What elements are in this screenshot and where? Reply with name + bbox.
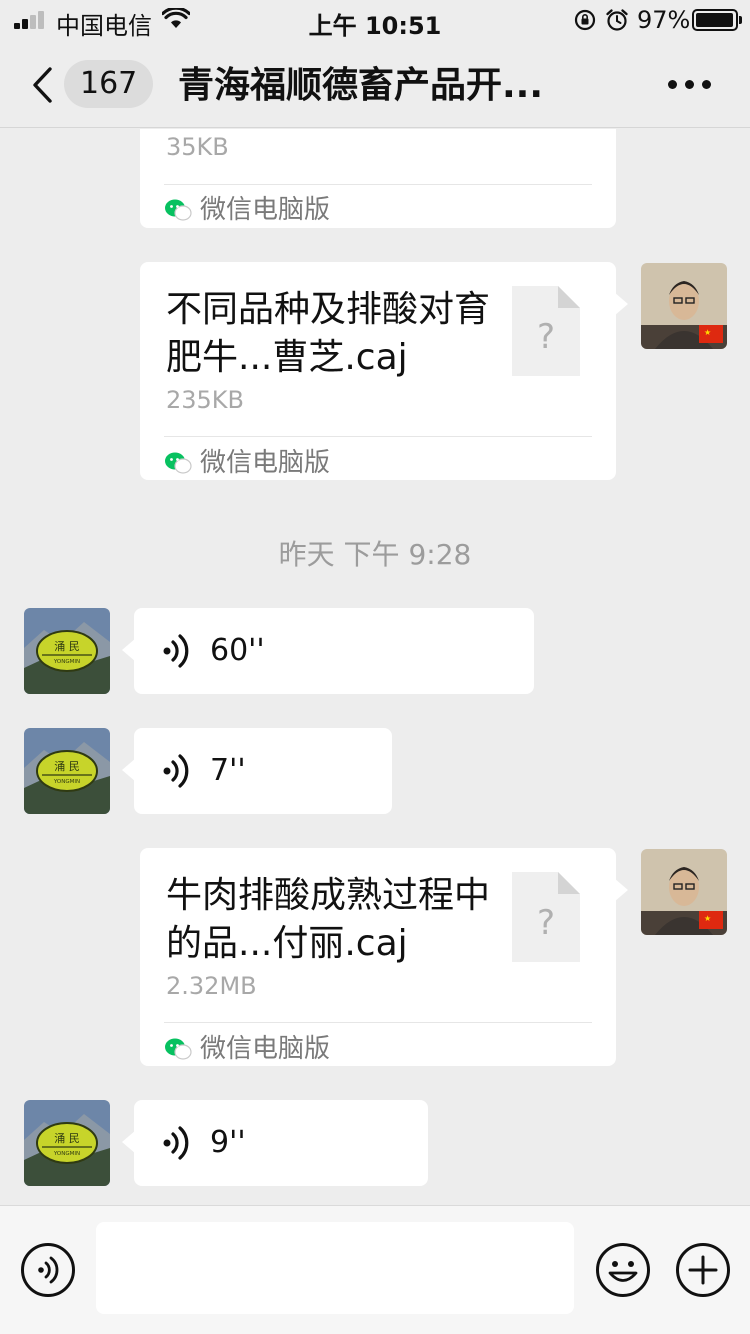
voice-duration: 60'' (210, 633, 265, 668)
battery-icon (692, 9, 742, 31)
file-message-card[interactable]: 牛肉排酸成熟过程中的品...付丽.caj ? 2.32MB 微信电脑版 (140, 848, 628, 1066)
file-source-label: 微信电脑版 (164, 1028, 330, 1065)
voice-wave-icon (163, 754, 189, 788)
sender-avatar[interactable]: 涌 民 YONGMIN (24, 608, 110, 694)
file-size: 35KB (166, 133, 229, 161)
more-dots-icon[interactable] (668, 80, 712, 90)
file-message-card[interactable]: 不同品种及排酸对育肥牛...曹芝.caj ? 235KB 微信电脑版 (140, 262, 628, 480)
svg-text:★: ★ (704, 328, 711, 337)
bubble-tail (122, 758, 136, 782)
logo-subtext: YONGMIN (53, 779, 80, 785)
wechat-icon (165, 199, 192, 221)
file-size: 235KB (166, 386, 245, 414)
file-name: 不同品种及排酸对育肥牛...曹芝.caj (166, 289, 491, 378)
file-source-label: 微信电脑版 (164, 442, 330, 479)
message-list[interactable]: 35KB 微信电脑版 不同品种及排酸对育肥牛...曹芝.caj ? 235KB … (0, 129, 750, 1205)
china-flag-icon: ★ (699, 325, 723, 343)
china-flag-icon: ★ (699, 911, 723, 929)
sender-avatar[interactable]: 涌 民 YONGMIN (24, 728, 110, 814)
file-message-card[interactable]: 35KB 微信电脑版 (140, 129, 616, 228)
emoji-icon[interactable] (595, 1242, 651, 1298)
svg-text:?: ? (537, 903, 555, 943)
message-input[interactable] (96, 1222, 574, 1314)
file-source-text: 微信电脑版 (200, 448, 331, 478)
battery-percentage: 97% (637, 6, 691, 34)
file-size: 2.32MB (166, 972, 257, 1000)
chat-input-bar (0, 1205, 750, 1334)
voice-message-bubble[interactable]: 9'' (122, 1100, 428, 1186)
sender-avatar[interactable]: 涌 民 YONGMIN (24, 1100, 110, 1186)
bubble-tail (122, 638, 136, 662)
unknown-file-icon: ? (512, 872, 580, 962)
rotation-lock-icon (574, 9, 596, 31)
bubble-tail (614, 292, 628, 316)
alarm-icon (606, 9, 628, 31)
status-bar: 中国电信 上午 10:51 97% (0, 0, 750, 40)
file-source-label: 微信电脑版 (164, 189, 330, 226)
self-avatar[interactable]: ★ (641, 263, 727, 349)
bubble-tail (614, 878, 628, 902)
chat-header: 167 青海福顺德畜产品开... (0, 40, 750, 128)
card-divider (164, 184, 592, 185)
plus-icon[interactable] (675, 1242, 731, 1298)
wechat-icon (165, 452, 192, 474)
unread-count-badge[interactable]: 167 (64, 60, 154, 108)
file-source-text: 微信电脑版 (200, 195, 331, 225)
message-timestamp: 昨天 下午 9:28 (278, 538, 472, 571)
card-divider (164, 436, 592, 437)
voice-message-bubble[interactable]: 60'' (122, 608, 534, 694)
bubble-tail (122, 1130, 136, 1154)
chevron-left-icon[interactable] (30, 66, 56, 104)
self-avatar[interactable]: ★ (641, 849, 727, 935)
voice-duration: 9'' (210, 1125, 246, 1160)
logo-text: 涌 民 (54, 760, 80, 773)
voice-duration: 7'' (210, 753, 246, 788)
logo-subtext: YONGMIN (53, 659, 80, 665)
logo-text: 涌 民 (54, 1132, 80, 1145)
svg-text:?: ? (537, 317, 555, 357)
logo-subtext: YONGMIN (53, 1151, 80, 1157)
logo-text: 涌 民 (54, 640, 80, 653)
voice-message-bubble[interactable]: 7'' (122, 728, 392, 814)
voice-toggle-icon[interactable] (20, 1242, 76, 1298)
file-name: 牛肉排酸成熟过程中的品...付丽.caj (166, 875, 491, 964)
wechat-icon (165, 1038, 192, 1060)
chat-title: 青海福顺德畜产品开... (178, 65, 544, 106)
voice-wave-icon (163, 634, 189, 668)
voice-wave-icon (163, 1126, 189, 1160)
unknown-file-icon: ? (512, 286, 580, 376)
svg-text:★: ★ (704, 914, 711, 923)
card-divider (164, 1022, 592, 1023)
file-source-text: 微信电脑版 (200, 1034, 331, 1064)
